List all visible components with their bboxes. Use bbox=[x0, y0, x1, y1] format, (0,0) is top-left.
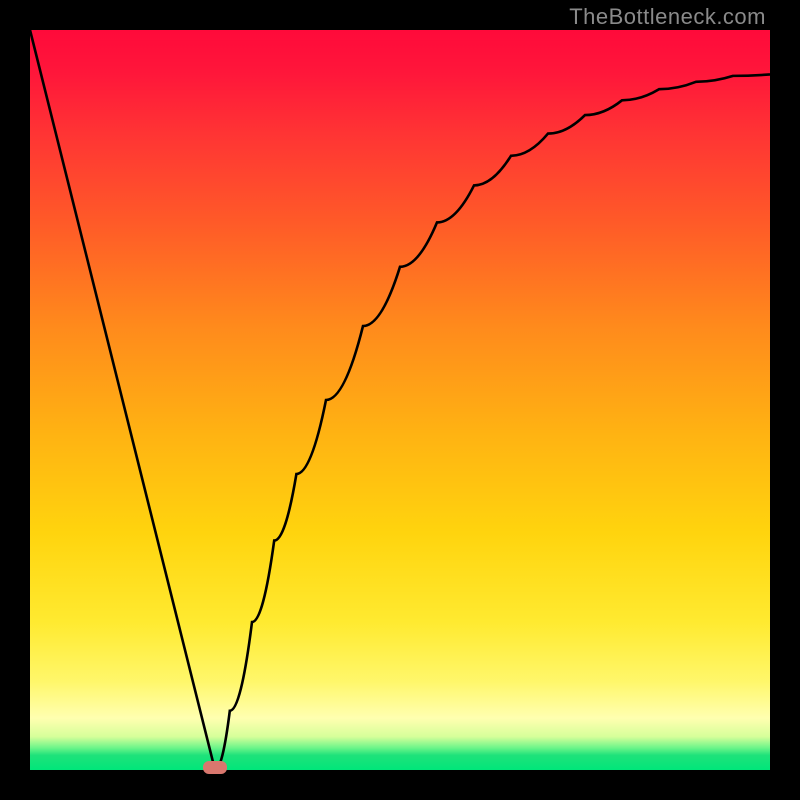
curve-path bbox=[30, 30, 770, 770]
plot-area bbox=[30, 30, 770, 770]
bottleneck-curve bbox=[30, 30, 770, 770]
watermark-text: TheBottleneck.com bbox=[569, 4, 766, 30]
chart-frame: TheBottleneck.com bbox=[0, 0, 800, 800]
minimum-marker bbox=[203, 761, 227, 774]
